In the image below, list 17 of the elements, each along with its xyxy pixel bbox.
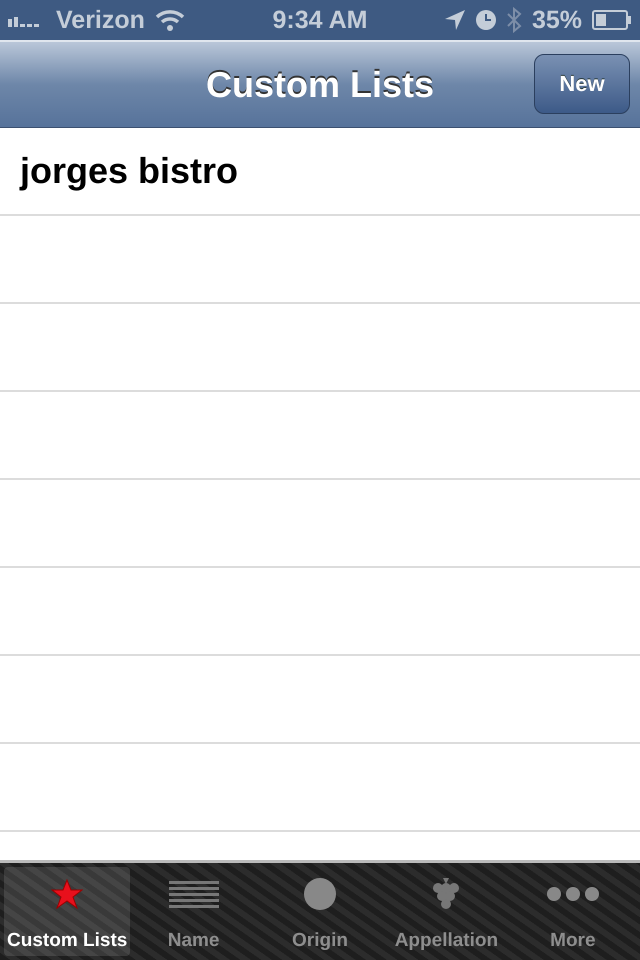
tab[interactable]: More bbox=[510, 867, 636, 956]
tab[interactable]: Name bbox=[130, 867, 257, 956]
list-item[interactable]: jorges bistro bbox=[20, 150, 238, 192]
tab[interactable]: Appellation bbox=[383, 867, 510, 956]
star-icon bbox=[51, 878, 84, 910]
alarm-clock-icon bbox=[476, 10, 496, 30]
battery-percent: 35% bbox=[532, 6, 582, 34]
location-arrow-icon bbox=[444, 9, 466, 31]
tab[interactable]: Custom Lists bbox=[4, 867, 130, 956]
wifi-icon bbox=[154, 9, 185, 31]
nav-title: Custom Lists bbox=[206, 64, 434, 106]
bluetooth-icon bbox=[506, 7, 522, 33]
new-button[interactable]: New bbox=[534, 54, 630, 114]
clock-time: 9:34 AM bbox=[272, 6, 368, 34]
carrier-name: Verizon bbox=[56, 6, 145, 34]
tab[interactable]: Origin bbox=[256, 867, 384, 956]
battery-icon bbox=[592, 10, 632, 30]
